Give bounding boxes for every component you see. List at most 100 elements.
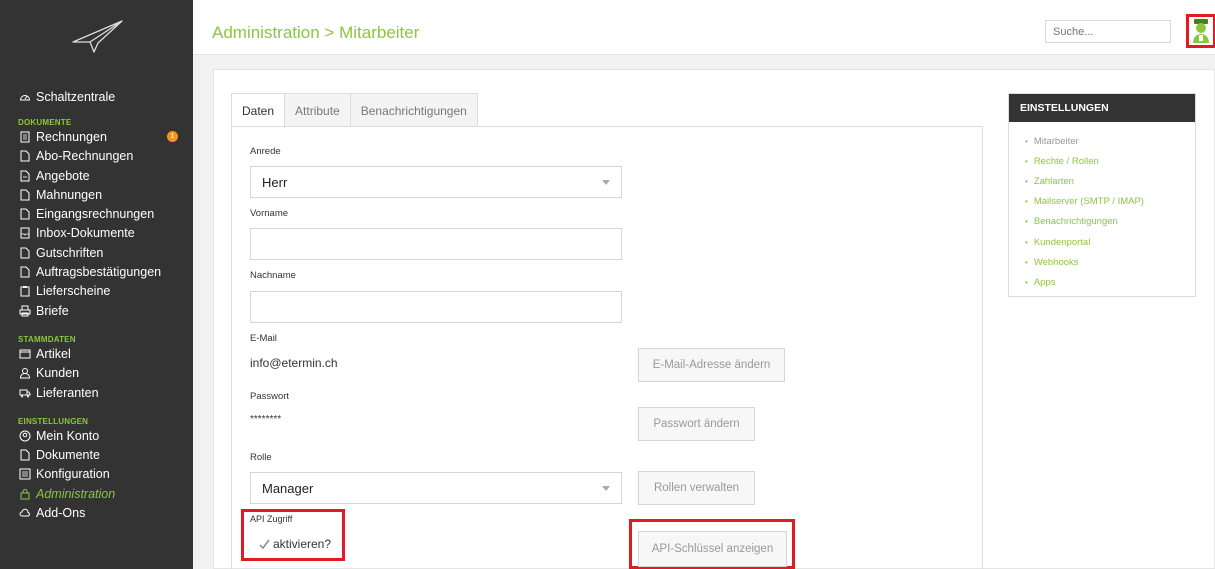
- sidebar-item-label: Angebote: [36, 168, 90, 183]
- page-header: Administration > Mitarbeiter: [193, 9, 1215, 55]
- account-icon: [18, 429, 32, 443]
- section-settings: EINSTELLUNGEN: [18, 417, 89, 427]
- document-icon: [18, 246, 32, 260]
- tab-daten[interactable]: Daten: [231, 93, 286, 128]
- document-icon: [18, 265, 32, 279]
- sidebar-item-label: Gutschriften: [36, 245, 104, 260]
- checkmark-icon: [259, 539, 270, 549]
- lock-icon: [18, 487, 32, 501]
- role-select[interactable]: Manager: [250, 472, 622, 504]
- sidebar-item-label: Mein Konto: [36, 428, 100, 443]
- clipboard-icon: [18, 284, 32, 298]
- lastname-input[interactable]: [250, 291, 622, 323]
- settings-item-benachrichtigungen[interactable]: Benachrichtigungen: [1025, 212, 1195, 232]
- paper-plane-logo-icon[interactable]: [70, 18, 124, 54]
- settings-item-rechte-rollen[interactable]: Rechte / Rollen: [1025, 151, 1195, 171]
- change-email-button[interactable]: E-Mail-Adresse ändern: [638, 348, 785, 382]
- sidebar-item-label: Dokumente: [36, 448, 100, 463]
- sidebar-item-auftragsbestaetigungen[interactable]: Auftragsbestätigungen: [18, 262, 188, 281]
- sidebar-item-mahnungen[interactable]: Mahnungen: [18, 185, 188, 204]
- sidebar-item-label: Lieferscheine: [36, 284, 111, 299]
- sidebar-item-label: Briefe: [36, 303, 69, 318]
- document-icon: [18, 188, 32, 202]
- tab-attribute[interactable]: Attribute: [285, 93, 351, 127]
- chevron-down-icon: [602, 486, 610, 491]
- tab-bar: Daten Attribute Benachrichtigungen: [231, 93, 478, 128]
- sidebar: Schaltzentrale DOKUMENTE Rechnungen 1 Ab…: [0, 0, 193, 569]
- password-label: Passwort: [250, 391, 290, 402]
- role-label: Rolle: [250, 452, 272, 463]
- cloud-icon: [18, 506, 32, 520]
- change-password-button[interactable]: Passwort ändern: [638, 407, 755, 441]
- settings-item-zahlarten[interactable]: Zahlarten: [1025, 171, 1195, 191]
- sidebar-item-briefe[interactable]: Briefe: [18, 301, 188, 320]
- api-access-checkbox-label: aktivieren?: [273, 537, 332, 551]
- truck-icon: [18, 386, 32, 400]
- sidebar-item-label: Auftragsbestätigungen: [36, 265, 162, 280]
- search-input[interactable]: [1045, 20, 1171, 43]
- sidebar-item-administration[interactable]: Administration: [18, 484, 188, 503]
- manage-roles-button[interactable]: Rollen verwalten: [638, 471, 755, 505]
- sidebar-item-label: Konfiguration: [36, 467, 110, 482]
- sidebar-item-kunden[interactable]: Kunden: [18, 364, 188, 383]
- inbox-icon: [18, 226, 32, 240]
- sidebar-item-label: Kunden: [36, 366, 80, 381]
- user-avatar-icon: [1193, 19, 1209, 43]
- sidebar-nav: Schaltzentrale DOKUMENTE Rechnungen 1 Ab…: [18, 87, 188, 523]
- sidebar-item-add-ons[interactable]: Add-Ons: [18, 503, 188, 522]
- settings-item-mitarbeiter[interactable]: Mitarbeiter: [1025, 131, 1195, 151]
- lastname-label: Nachname: [250, 270, 296, 281]
- sidebar-item-eingangsrechnungen[interactable]: Eingangsrechnungen: [18, 204, 188, 223]
- salutation-label: Anrede: [250, 146, 281, 157]
- firstname-input[interactable]: [250, 228, 622, 260]
- salutation-select[interactable]: Herr: [250, 166, 622, 198]
- sidebar-item-dokumente[interactable]: Dokumente: [18, 445, 188, 464]
- document-icon: [18, 207, 32, 221]
- api-access-checkbox[interactable]: aktivieren?: [258, 537, 331, 551]
- tab-benachrichtigungen[interactable]: Benachrichtigungen: [350, 93, 478, 127]
- email-value: info@etermin.ch: [250, 356, 338, 370]
- sidebar-item-label: Artikel: [36, 346, 71, 361]
- settings-widget-title: EINSTELLUNGEN: [1009, 94, 1195, 122]
- salutation-value: Herr: [262, 175, 288, 190]
- chevron-down-icon: [602, 180, 610, 185]
- sidebar-item-rechnungen[interactable]: Rechnungen 1: [18, 127, 188, 146]
- show-api-key-button[interactable]: API-Schlüssel anzeigen: [638, 531, 787, 567]
- sidebar-item-label: Abo-Rechnungen: [36, 149, 134, 164]
- email-label: E-Mail: [250, 333, 277, 344]
- article-icon: [18, 347, 32, 361]
- sidebar-item-label: Eingangsrechnungen: [36, 207, 155, 222]
- settings-item-webhooks[interactable]: Webhooks: [1025, 252, 1195, 272]
- document-icon: [18, 448, 32, 462]
- password-value: ********: [250, 414, 282, 425]
- section-documents: DOKUMENTE: [18, 118, 72, 128]
- sidebar-item-label: Mahnungen: [36, 187, 103, 202]
- dashboard-icon: [18, 90, 32, 104]
- user-icon: [18, 366, 32, 380]
- sidebar-item-konfiguration[interactable]: Konfiguration: [18, 465, 188, 484]
- sidebar-item-label: Rechnungen: [36, 129, 107, 144]
- document-icon: [18, 149, 32, 163]
- settings-item-apps[interactable]: Apps: [1025, 272, 1195, 292]
- sidebar-item-lieferanten[interactable]: Lieferanten: [18, 383, 188, 402]
- settings-item-mailserver[interactable]: Mailserver (SMTP / IMAP): [1025, 192, 1195, 212]
- sidebar-item-gutschriften[interactable]: Gutschriften: [18, 243, 188, 262]
- sidebar-item-label: Lieferanten: [36, 385, 99, 400]
- settings-list: Mitarbeiter Rechte / Rollen Zahlarten Ma…: [1009, 122, 1195, 293]
- sidebar-item-label: Add-Ons: [36, 505, 86, 520]
- api-access-label: API Zugriff: [250, 514, 293, 524]
- sidebar-item-label: Administration: [36, 486, 116, 501]
- user-avatar[interactable]: [1186, 14, 1215, 48]
- sidebar-item-mein-konto[interactable]: Mein Konto: [18, 426, 188, 445]
- sidebar-item-lieferscheine[interactable]: Lieferscheine: [18, 282, 188, 301]
- sidebar-item-label: Inbox-Dokumente: [36, 226, 135, 241]
- sidebar-item-schaltzentrale[interactable]: Schaltzentrale: [18, 87, 188, 106]
- invoice-icon: [18, 130, 32, 144]
- sidebar-item-angebote[interactable]: Angebote: [18, 166, 188, 185]
- sidebar-item-artikel[interactable]: Artikel: [18, 344, 188, 363]
- sidebar-item-inbox-dokumente[interactable]: Inbox-Dokumente: [18, 224, 188, 243]
- section-master-data: STAMMDATEN: [18, 335, 76, 345]
- settings-widget: EINSTELLUNGEN Mitarbeiter Rechte / Rolle…: [1008, 93, 1196, 297]
- sidebar-item-abo-rechnungen[interactable]: Abo-Rechnungen: [18, 147, 188, 166]
- settings-item-kundenportal[interactable]: Kundenportal: [1025, 232, 1195, 252]
